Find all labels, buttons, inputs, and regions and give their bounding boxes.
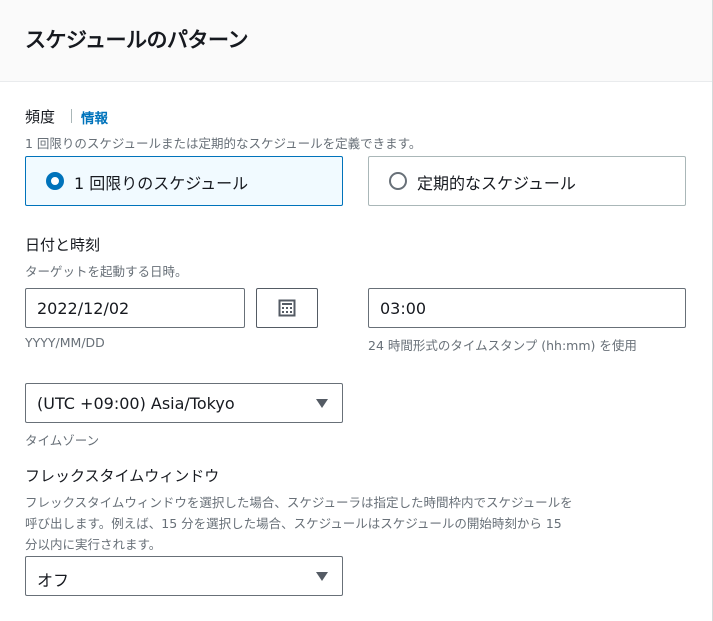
time-format-hint: 24 時間形式のタイムスタンプ (hh:mm) を使用	[368, 338, 637, 353]
date-format-hint: YYYY/MM/DD	[25, 335, 105, 350]
flex-window-description-line3: 分以内に実行されます。	[25, 537, 162, 552]
flex-window-value: オフ	[37, 571, 70, 590]
one-time-schedule-option[interactable]: 1 回限りのスケジュール	[25, 156, 343, 206]
date-input[interactable]: 2022/12/02	[25, 288, 245, 328]
calendar-icon	[278, 299, 296, 317]
calendar-button[interactable]	[256, 288, 318, 328]
schedule-pattern-panel: スケジュールのパターン 頻度 情報 1 回限りのスケジュールまたは定期的なスケジ…	[0, 0, 713, 621]
one-time-schedule-label: 1 回限りのスケジュール	[74, 174, 249, 193]
time-value: 03:00	[380, 299, 427, 318]
flex-window-select[interactable]: オフ	[25, 556, 343, 596]
label-divider	[71, 109, 72, 123]
caret-down-icon	[316, 399, 328, 408]
time-input[interactable]: 03:00	[368, 288, 686, 328]
recurring-schedule-option[interactable]: 定期的なスケジュール	[368, 156, 686, 206]
timezone-select[interactable]: (UTC +09:00) Asia/Tokyo	[25, 383, 343, 423]
flex-window-label: フレックスタイムウィンドウ	[25, 467, 220, 485]
timezone-hint: タイムゾーン	[25, 433, 100, 448]
timezone-value: (UTC +09:00) Asia/Tokyo	[37, 394, 235, 413]
recurring-schedule-label: 定期的なスケジュール	[417, 174, 576, 193]
radio-selected-icon[interactable]	[46, 172, 64, 190]
flex-window-description-line1: フレックスタイムウィンドウを選択した場合、スケジューラは指定した時間枠内でスケジ…	[25, 495, 573, 510]
radio-unselected-icon[interactable]	[389, 172, 407, 190]
frequency-label: 頻度	[25, 108, 56, 126]
flex-window-description-line2: 呼び出します。例えば、15 分を選択した場合、スケジュールはスケジュールの開始時…	[25, 516, 562, 531]
caret-down-icon	[316, 572, 328, 581]
date-value: 2022/12/02	[37, 299, 130, 318]
frequency-description: 1 回限りのスケジュールまたは定期的なスケジュールを定義できます。	[25, 136, 422, 151]
panel-header: スケジュールのパターン	[0, 0, 712, 82]
frequency-info-link[interactable]: 情報	[81, 107, 108, 127]
datetime-label: 日付と時刻	[25, 236, 101, 254]
datetime-description: ターゲットを起動する日時。	[25, 264, 188, 279]
panel-title: スケジュールのパターン	[25, 28, 248, 52]
